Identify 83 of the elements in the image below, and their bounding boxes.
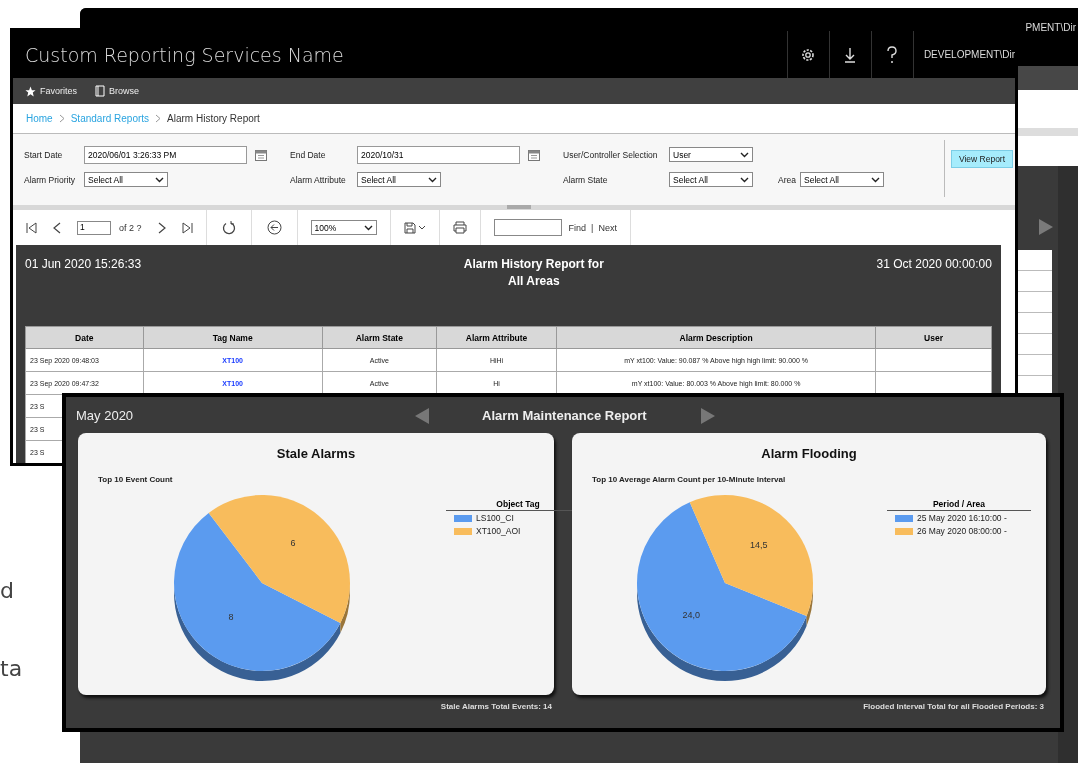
data-label: 14,5 <box>750 540 768 551</box>
report-title: Alarm Maintenance Report <box>482 407 647 423</box>
chart-subtitle: Top 10 Average Alarm Count per 10-Minute Interval <box>592 475 786 484</box>
legend-label: LS100_CI <box>476 513 514 523</box>
report-title: Alarm History Report for <box>463 257 604 271</box>
chevron-icon <box>155 114 162 123</box>
dropdown[interactable]: User <box>669 147 753 162</box>
data-label: 8 <box>228 612 234 623</box>
chevron-down-icon <box>428 176 437 183</box>
app-title: Custom Reporting Services Name <box>24 43 344 66</box>
splitter-handle[interactable] <box>507 205 531 209</box>
next-arrow-icon[interactable] <box>1038 218 1054 236</box>
next-page-icon[interactable] <box>157 221 166 234</box>
parameter-label: User/Controller Selection <box>563 149 659 160</box>
chevron-down-icon <box>363 224 373 231</box>
previous-arrow-icon[interactable] <box>414 407 430 425</box>
nav-link[interactable]: Browse <box>95 85 140 97</box>
chevron-down-icon <box>740 176 749 183</box>
column-header: Alarm State <box>322 326 437 349</box>
parameter-label: Alarm State <box>563 174 609 185</box>
zoom-dropdown[interactable]: 100% <box>310 220 377 235</box>
column-header: User <box>875 326 992 349</box>
chevron-icon <box>58 114 65 123</box>
data-label: 6 <box>290 537 296 548</box>
parameter-label: End Date <box>290 149 327 160</box>
page-number-field[interactable]: 1 <box>77 220 111 235</box>
report-period: May 2020 <box>75 407 134 423</box>
user-name: PMENT\Dir <box>1025 21 1076 33</box>
body-text: d <box>0 578 14 603</box>
chart-footer: Flooded Interval Total for all Flooded Periods: 3 <box>863 702 1044 711</box>
parameter-label: Alarm Priority <box>24 174 76 185</box>
back-icon[interactable] <box>266 220 282 235</box>
chevron-down-icon <box>740 151 749 158</box>
next-arrow-icon[interactable] <box>700 407 716 425</box>
separator-text: | <box>591 222 594 233</box>
find-link[interactable]: Find <box>568 222 587 233</box>
body-text: ta <box>0 656 23 681</box>
print-icon[interactable] <box>452 221 467 234</box>
legend-label: XT100_AOI <box>476 526 521 536</box>
parameter-label: Alarm Attribute <box>290 174 347 185</box>
chevron-down-icon <box>871 176 880 183</box>
first-page-icon[interactable] <box>26 221 37 234</box>
dropdown[interactable]: Select All <box>669 172 753 187</box>
parameter-label: Start Date <box>24 149 64 160</box>
find-field[interactable] <box>493 219 562 236</box>
end-date: 31 Oct 2020 00:00:00 <box>876 257 992 271</box>
chart-subtitle: Top 10 Event Count <box>98 475 173 484</box>
chart-title: Stale Alarms <box>276 446 356 461</box>
settings-icon <box>800 46 817 63</box>
data-label: 24,0 <box>682 609 700 620</box>
nav-link[interactable]: Favorites <box>25 85 77 97</box>
dropdown[interactable]: Select All <box>84 172 168 187</box>
chart-title: Alarm Flooding <box>761 446 857 461</box>
help-icon <box>886 45 899 64</box>
date-field[interactable]: 2020/10/31 <box>357 145 520 164</box>
dropdown[interactable]: Select All <box>357 172 441 187</box>
legend-title: Period / Area <box>887 499 1031 511</box>
calendar-icon[interactable] <box>255 148 267 161</box>
last-page-icon[interactable] <box>181 221 193 234</box>
column-header: Alarm Attribute <box>436 326 557 349</box>
dropdown[interactable]: Select All <box>800 172 884 187</box>
save-icon[interactable] <box>403 221 426 234</box>
page-count: of 2 ? <box>119 222 142 233</box>
column-header: Date <box>25 326 144 349</box>
next-link[interactable]: Next <box>598 222 617 233</box>
start-date: 01 Jun 2020 15:26:33 <box>25 257 142 271</box>
legend-label: 26 May 2020 08:00:00 - <box>917 526 1007 536</box>
date-field[interactable]: 2020/06/01 3:26:33 PM <box>84 145 247 164</box>
view-report-button[interactable]: View Report <box>951 150 1013 168</box>
calendar-icon[interactable] <box>528 148 540 161</box>
chart-footer: Stale Alarms Total Events: 14 <box>440 702 552 711</box>
column-header: Alarm Description <box>556 326 876 349</box>
chevron-down-icon <box>155 176 164 183</box>
report-subtitle: All Areas <box>508 274 560 288</box>
column-header: Tag Name <box>143 326 323 349</box>
parameter-label: Area <box>778 174 797 185</box>
breadcrumb-current: Alarm History Report <box>167 113 260 124</box>
refresh-icon[interactable] <box>221 220 236 235</box>
star-icon <box>25 85 36 97</box>
download-icon <box>843 46 858 63</box>
legend-label: 25 May 2020 16:10:00 - <box>917 513 1007 523</box>
previous-page-icon[interactable] <box>53 221 61 234</box>
page-icon <box>95 85 105 97</box>
